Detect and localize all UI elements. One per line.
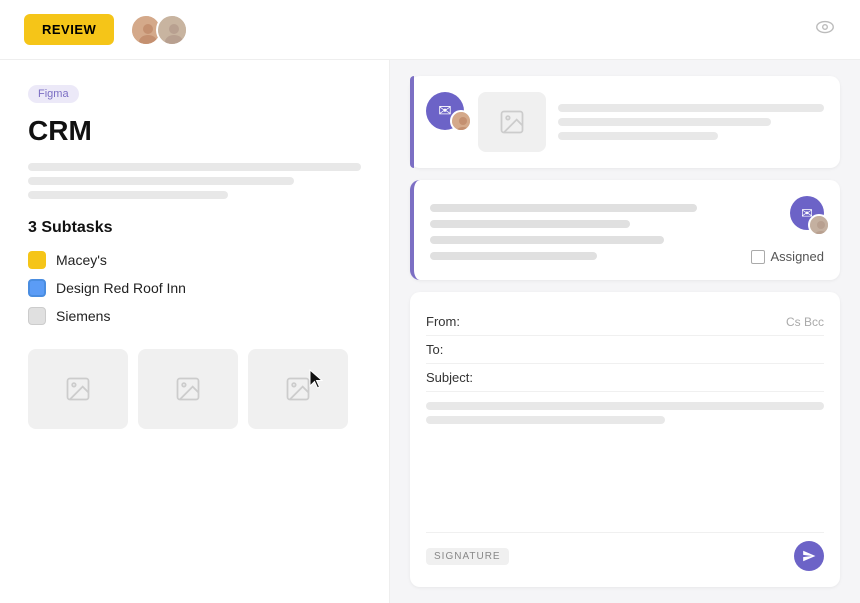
figma-badge: Figma — [28, 85, 79, 103]
card-text-line-1 — [558, 104, 824, 112]
compose-subject-row: Subject: — [426, 364, 824, 392]
assigned-checkbox[interactable] — [751, 250, 765, 264]
card-text-lines-1 — [558, 92, 824, 152]
card-image-area-1 — [478, 92, 824, 152]
email-avatar-2: ✉ — [790, 196, 824, 230]
compose-footer: SIGNATURE — [426, 532, 824, 571]
card-left-border-1 — [410, 76, 414, 168]
avatar-mini-2 — [808, 214, 830, 236]
left-panel: Figma CRM 3 Subtasks Macey's Design Red … — [0, 60, 390, 603]
right-panel: ✉ — [390, 60, 860, 603]
subtask-item-redroof: Design Red Roof Inn — [28, 279, 361, 297]
compose-body[interactable] — [426, 392, 824, 524]
subtasks-title: 3 Subtasks — [28, 219, 361, 237]
subtask-item-siemens: Siemens — [28, 307, 361, 325]
cc-bcc-label[interactable]: Cs Bcc — [786, 315, 824, 329]
subtask-dot-gray — [28, 307, 46, 325]
assigned-badge: Assigned — [751, 249, 824, 264]
to-label: To: — [426, 342, 491, 357]
body-line-1 — [426, 402, 824, 410]
eye-icon[interactable] — [814, 16, 836, 43]
email-card-1: ✉ — [410, 76, 840, 168]
main-content: Figma CRM 3 Subtasks Macey's Design Red … — [0, 60, 860, 603]
avatars-group — [130, 14, 188, 46]
from-label: From: — [426, 314, 491, 329]
topbar: REVIEW — [0, 0, 860, 60]
skeleton-line-1 — [28, 163, 361, 171]
email-card-1-top: ✉ — [426, 92, 824, 152]
topbar-left: REVIEW — [24, 14, 188, 46]
subtask-dot-yellow — [28, 251, 46, 269]
thumbnail-grid — [28, 349, 361, 429]
body-line-2 — [426, 416, 665, 424]
assigned-label: Assigned — [771, 249, 824, 264]
review-button[interactable]: REVIEW — [24, 14, 114, 45]
subtask-dot-blue — [28, 279, 46, 297]
email-card-2: ✉ Assigned — [410, 180, 840, 280]
card2-line-3 — [430, 236, 664, 244]
card2-line-1 — [430, 204, 697, 212]
subtask-list: Macey's Design Red Roof Inn Siemens — [28, 251, 361, 325]
subtask-label-redroof: Design Red Roof Inn — [56, 280, 186, 296]
card-text-line-3 — [558, 132, 718, 140]
avatar-2 — [156, 14, 188, 46]
subject-label: Subject: — [426, 370, 491, 385]
subtask-item-maceys: Macey's — [28, 251, 361, 269]
skeleton-line-3 — [28, 191, 228, 199]
thumbnail-2 — [138, 349, 238, 429]
description-skeleton — [28, 163, 361, 199]
signature-badge: SIGNATURE — [426, 548, 509, 565]
skeleton-line-2 — [28, 177, 294, 185]
compose-from-row: From: Cs Bcc — [426, 308, 824, 336]
card-text-line-2 — [558, 118, 771, 126]
compose-area: From: Cs Bcc To: Subject: SIGNATURE — [410, 292, 840, 587]
avatar-mini-1 — [450, 110, 472, 132]
thumbnail-1 — [28, 349, 128, 429]
thumbnail-3 — [248, 349, 348, 429]
send-button[interactable] — [794, 541, 824, 571]
subtask-label-siemens: Siemens — [56, 308, 110, 324]
compose-to-row: To: — [426, 336, 824, 364]
card2-line-2 — [430, 220, 630, 228]
card2-line-4 — [430, 252, 597, 260]
card-thumb-1 — [478, 92, 546, 152]
project-title: CRM — [28, 115, 361, 147]
subtask-label-maceys: Macey's — [56, 252, 107, 268]
